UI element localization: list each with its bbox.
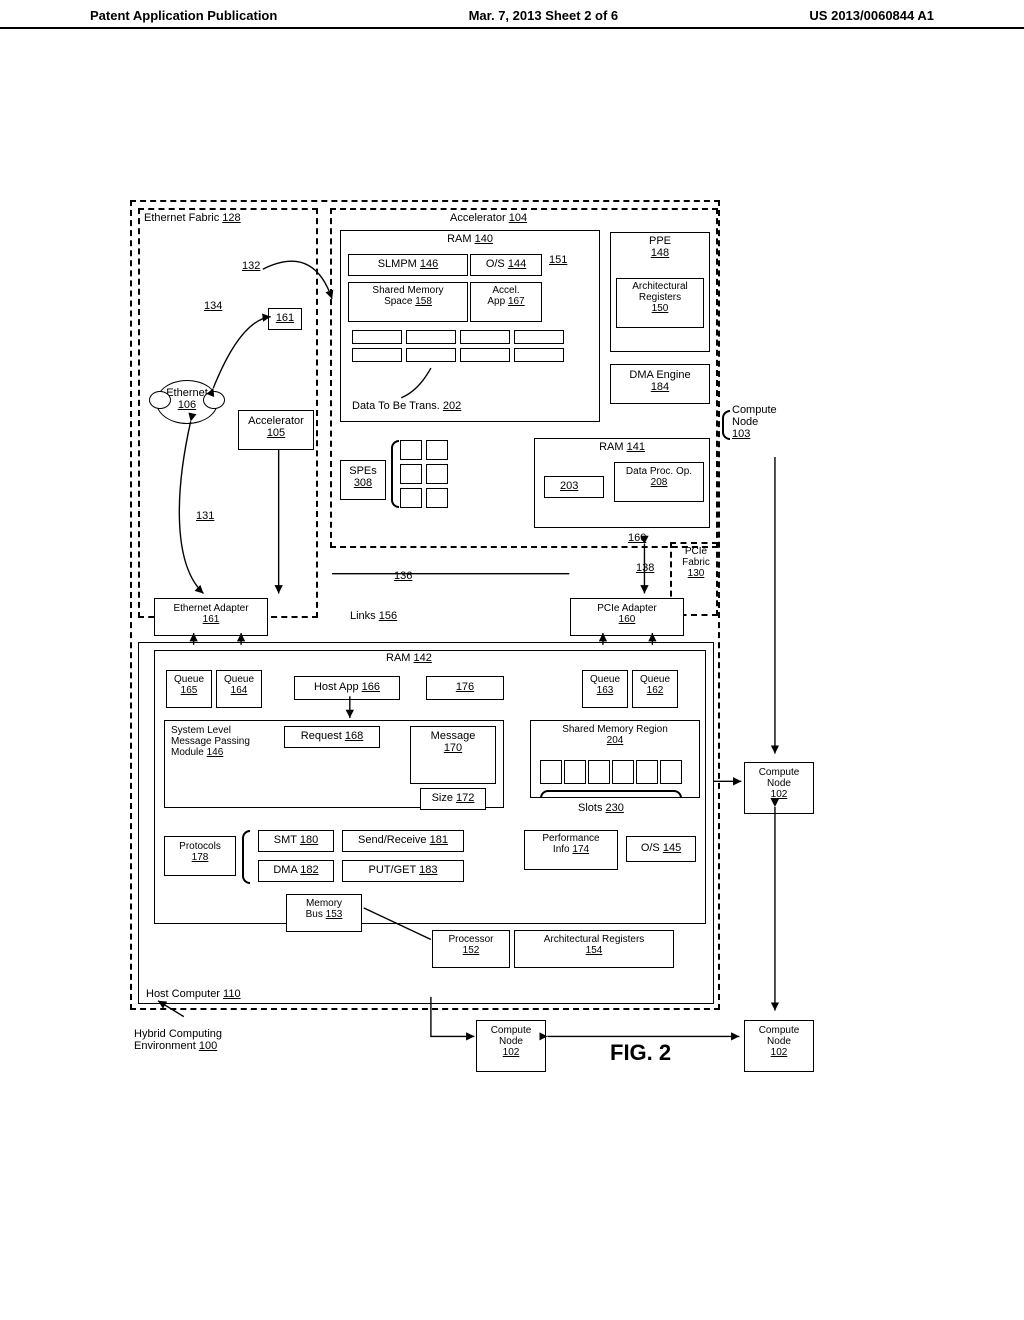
pcie-adapter-160: PCIe Adapter 160 xyxy=(570,598,684,636)
host-computer-label: Host Computer 110 xyxy=(146,988,241,1000)
compute-node-102-a: Compute Node 102 xyxy=(744,762,814,814)
host-app-166: Host App 166 xyxy=(294,676,400,700)
arch-reg-150: Architectural Registers 150 xyxy=(616,278,704,328)
arch-reg-154: Architectural Registers154 xyxy=(514,930,674,968)
spe-3 xyxy=(400,464,422,484)
request-168: Request 168 xyxy=(284,726,380,748)
shared-mem-158: Shared Memory Space 158 xyxy=(348,282,468,322)
cn103-brace xyxy=(722,410,730,440)
slot-4 xyxy=(460,348,510,362)
eth-adapter-161: Ethernet Adapter 161 xyxy=(154,598,268,636)
compute-node-102-c: Compute Node 102 xyxy=(744,1020,814,1072)
slots-brace xyxy=(540,790,682,798)
os-144: O/S 144 xyxy=(470,254,542,276)
spe-4 xyxy=(426,464,448,484)
slmpm-146: SLMPM 146 xyxy=(348,254,468,276)
smt-180: SMT 180 xyxy=(258,830,334,852)
slots-label: Slots 230 xyxy=(578,802,624,814)
queue-162: Queue162 xyxy=(632,670,678,708)
accelerator-104-label: Accelerator 104 xyxy=(450,212,527,224)
dma-engine-184: DMA Engine 184 xyxy=(610,364,710,404)
spe-1 xyxy=(400,440,422,460)
ref-151: 151 xyxy=(549,254,567,266)
slot-1 xyxy=(406,330,456,344)
hatch-3 xyxy=(406,348,456,362)
queue-165: Queue165 xyxy=(166,670,212,708)
slot-b xyxy=(564,760,586,784)
ethernet-fabric-label: Ethernet Fabric 128 xyxy=(144,212,241,224)
dma-182: DMA 182 xyxy=(258,860,334,882)
data-proc-op-208: Data Proc. Op. 208 xyxy=(614,462,704,502)
ram-142-label: RAM 142 xyxy=(386,652,432,664)
ref-176: 176 xyxy=(426,676,504,700)
queue-164: Queue164 xyxy=(216,670,262,708)
slot-e xyxy=(636,760,658,784)
shared-mem-region-204: Shared Memory Region 204 xyxy=(530,720,700,798)
ref-131: 131 xyxy=(196,510,214,522)
spes-308: SPEs 308 xyxy=(340,460,386,500)
spe-6 xyxy=(426,488,448,508)
protocols-brace xyxy=(242,830,250,884)
put-get-183: PUT/GET 183 xyxy=(342,860,464,882)
processor-152: Processor152 xyxy=(432,930,510,968)
hatch-1 xyxy=(352,330,402,344)
page-root: Patent Application Publication Mar. 7, 2… xyxy=(0,0,1024,1320)
hybrid-env-label: Hybrid Computing Environment 100 xyxy=(134,1028,222,1052)
ref-138: 138 xyxy=(636,562,654,574)
spes-brace xyxy=(391,440,399,508)
slot-3 xyxy=(352,348,402,362)
slot-f xyxy=(660,760,682,784)
ref-132: 132 xyxy=(242,260,260,272)
spe-5 xyxy=(400,488,422,508)
slot-d xyxy=(612,760,634,784)
os-145: O/S 145 xyxy=(626,836,696,862)
queue-163: Queue163 xyxy=(582,670,628,708)
header-left: Patent Application Publication xyxy=(90,8,277,23)
slot-2 xyxy=(514,330,564,344)
page-header: Patent Application Publication Mar. 7, 2… xyxy=(0,0,1024,29)
perf-info-174: Performance Info 174 xyxy=(524,830,618,870)
slot-c xyxy=(588,760,610,784)
accel-app-167: Accel. App 167 xyxy=(470,282,542,322)
header-right: US 2013/0060844 A1 xyxy=(809,8,934,23)
message-170: Message170 xyxy=(410,726,496,784)
spe-2 xyxy=(426,440,448,460)
ref-203: 203 xyxy=(560,480,578,492)
figure-label: FIG. 2 xyxy=(610,1040,671,1066)
ref-136: 136 xyxy=(394,570,412,582)
links-156: Links 156 xyxy=(350,610,397,622)
data-trans: Data To Be Trans. 202 xyxy=(352,400,461,412)
memory-bus-153: Memory Bus 153 xyxy=(286,894,362,932)
ethernet-cloud: Ethernet 106 xyxy=(156,380,218,424)
protocols-178: Protocols178 xyxy=(164,836,236,876)
accelerator-105: Accelerator 105 xyxy=(238,410,314,450)
ref-160-top: 160 xyxy=(628,532,646,544)
header-center: Mar. 7, 2013 Sheet 2 of 6 xyxy=(469,8,619,23)
send-recv-181: Send/Receive 181 xyxy=(342,830,464,852)
size-172: Size 172 xyxy=(420,788,486,810)
hatch-4 xyxy=(514,348,564,362)
pcie-fabric-label: PCIe Fabric 130 xyxy=(676,546,716,579)
hatch-2 xyxy=(460,330,510,344)
compute-node-102-b: Compute Node 102 xyxy=(476,1020,546,1072)
ref-134: 134 xyxy=(204,300,222,312)
ref-161-small: 161 xyxy=(268,308,302,330)
slot-a xyxy=(540,760,562,784)
compute-node-103: Compute Node 103 xyxy=(732,404,777,440)
diagram: Ethernet Fabric 128 Ethernet 106 132 134… xyxy=(130,200,890,1070)
